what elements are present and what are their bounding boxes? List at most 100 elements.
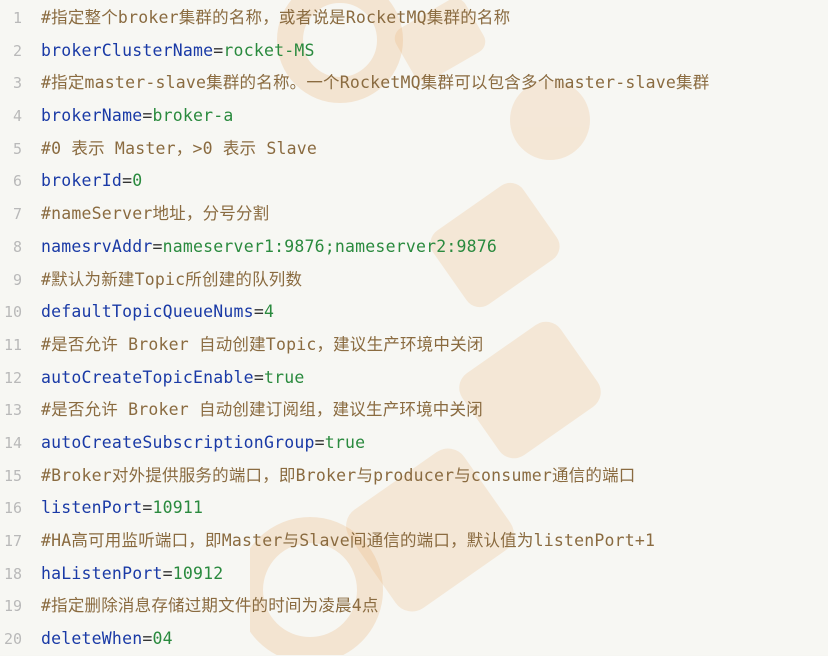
comment-text: #0 表示 Master，>0 表示 Slave <box>41 133 317 166</box>
code-editor[interactable]: 1 #指定整个broker集群的名称，或者说是RocketMQ集群的名称 2 brok… <box>0 0 828 655</box>
config-key: haListenPort <box>41 563 163 583</box>
code-line[interactable]: 17 #HA高可用监听端口，即Master与Slave间通信的端口，默认值为lis… <box>0 525 828 558</box>
comment: #0 表示 Master，>0 表示 Slave <box>41 138 318 158</box>
config-entry: namesrvAddr=nameserver1:9876;nameserver2… <box>41 231 497 264</box>
config-entry: autoCreateSubscriptionGroup=true <box>41 427 365 460</box>
config-entry: autoCreateTopicEnable=true <box>41 362 305 395</box>
line-number: 19 <box>3 597 22 616</box>
config-value: 10911 <box>152 498 204 518</box>
comment-text: #是否允许 Broker 自动创建Topic，建议生产环境中关闭 <box>41 329 483 362</box>
line-number: 12 <box>3 368 22 387</box>
comment-text: #HA高可用监听端口，即Master与Slave间通信的端口，默认值为liste… <box>41 525 655 558</box>
config-key: listenPort <box>41 498 143 518</box>
code-line[interactable]: 3 #指定master-slave集群的名称。一个RocketMQ集群可以包含多个… <box>0 67 828 100</box>
code-line[interactable]: 8 namesrvAddr=nameserver1:9876;nameserver… <box>0 231 828 264</box>
config-value: broker-a <box>152 106 234 126</box>
comment: #HA高可用监听端口，即Master与Slave间通信的端口，默认值为liste… <box>41 531 656 550</box>
line-number: 6 <box>12 172 22 191</box>
equals-sign: = <box>162 563 173 583</box>
config-key: brokerId <box>41 171 123 191</box>
line-number: 17 <box>3 532 22 550</box>
equals-sign: = <box>142 106 153 126</box>
equals-sign: = <box>122 171 133 191</box>
comment-text: #默认为新建Topic所创建的队列数 <box>41 264 302 297</box>
comment-text: #nameServer地址，分号分割 <box>41 198 269 231</box>
config-entry: haListenPort=10912 <box>41 558 223 591</box>
code-lines: 1 #指定整个broker集群的名称，或者说是RocketMQ集群的名称 2 brok… <box>0 2 828 656</box>
comment: #默认为新建Topic所创建的队列数 <box>41 269 303 289</box>
line-number: 2 <box>12 41 22 60</box>
comment-text: #指定整个broker集群的名称，或者说是RocketMQ集群的名称 <box>41 2 510 35</box>
config-entry: deleteWhen=04 <box>41 623 173 656</box>
line-number: 11 <box>3 335 22 354</box>
config-key: deleteWhen <box>41 629 143 649</box>
config-value: 04 <box>152 629 173 649</box>
code-line[interactable]: 9 #默认为新建Topic所创建的队列数 <box>0 264 828 297</box>
config-entry: brokerId=0 <box>41 165 142 198</box>
code-line[interactable]: 15 #Broker对外提供服务的端口，即Broker与producer与cons… <box>0 460 828 493</box>
comment: #是否允许 Broker 自动创建Topic，建议生产环境中关闭 <box>41 334 484 354</box>
code-line[interactable]: 20 deleteWhen=04 <box>0 623 828 656</box>
equals-sign: = <box>253 302 264 322</box>
line-number: 18 <box>3 564 22 583</box>
comment: #指定删除消息存储过期文件的时间为凌晨4点 <box>41 596 379 616</box>
equals-sign: = <box>152 236 163 256</box>
equals-sign: = <box>314 432 325 452</box>
line-number: 14 <box>3 433 22 452</box>
line-number: 13 <box>3 401 22 420</box>
comment: #Broker对外提供服务的端口，即Broker与producer与consum… <box>41 465 636 485</box>
code-line[interactable]: 18 haListenPort=10912 <box>0 558 828 591</box>
config-value: 0 <box>132 171 143 191</box>
line-number: 7 <box>12 205 22 224</box>
config-value: rocket-MS <box>223 40 315 60</box>
line-number: 5 <box>12 139 22 158</box>
line-number: 16 <box>3 499 22 518</box>
comment-text: #指定master-slave集群的名称。一个RocketMQ集群可以包含多个m… <box>41 67 709 100</box>
line-number: 15 <box>3 466 22 485</box>
code-line[interactable]: 16 listenPort=10911 <box>0 492 828 525</box>
code-line[interactable]: 2 brokerClusterName=rocket-MS <box>0 35 828 68</box>
line-number: 20 <box>3 630 22 649</box>
config-entry: defaultTopicQueueNums=4 <box>41 296 274 329</box>
code-line[interactable]: 4 brokerName=broker-a <box>0 100 828 133</box>
code-line[interactable]: 12 autoCreateTopicEnable=true <box>0 362 828 395</box>
line-number: 9 <box>12 270 22 289</box>
equals-sign: = <box>213 40 224 60</box>
config-value: nameserver1:9876;nameserver2:9876 <box>162 236 498 256</box>
comment: #nameServer地址，分号分割 <box>41 204 270 224</box>
config-entry: brokerClusterName=rocket-MS <box>41 35 315 68</box>
code-line[interactable]: 19 #指定删除消息存储过期文件的时间为凌晨4点 <box>0 590 828 623</box>
line-number: 1 <box>12 9 22 27</box>
config-key: brokerName <box>41 106 143 126</box>
config-value: true <box>324 432 366 452</box>
line-number: 10 <box>3 303 22 322</box>
code-line[interactable]: 1 #指定整个broker集群的名称，或者说是RocketMQ集群的名称 <box>0 2 828 35</box>
comment: #指定master-slave集群的名称。一个RocketMQ集群可以包含多个m… <box>41 73 710 93</box>
code-line[interactable]: 14 autoCreateSubscriptionGroup=true <box>0 427 828 460</box>
code-line[interactable]: 11 #是否允许 Broker 自动创建Topic，建议生产环境中关闭 <box>0 329 828 362</box>
comment: #是否允许 Broker 自动创建订阅组，建议生产环境中关闭 <box>41 400 483 420</box>
code-line[interactable]: 13 #是否允许 Broker 自动创建订阅组，建议生产环境中关闭 <box>0 394 828 427</box>
config-key: namesrvAddr <box>41 236 153 256</box>
equals-sign: = <box>142 498 153 518</box>
comment-text: #Broker对外提供服务的端口，即Broker与producer与consum… <box>41 460 635 493</box>
config-value: 4 <box>263 302 275 322</box>
equals-sign: = <box>253 367 264 387</box>
config-entry: listenPort=10911 <box>41 492 203 525</box>
config-key: autoCreateTopicEnable <box>41 367 254 387</box>
comment: #指定整个broker集群的名称，或者说是RocketMQ集群的名称 <box>41 8 511 27</box>
code-line[interactable]: 10 defaultTopicQueueNums=4 <box>0 296 828 329</box>
code-line[interactable]: 5 #0 表示 Master，>0 表示 Slave <box>0 133 828 166</box>
code-line[interactable]: 7 #nameServer地址，分号分割 <box>0 198 828 231</box>
config-key: defaultTopicQueueNums <box>41 302 254 322</box>
config-value: true <box>263 367 305 387</box>
config-entry: brokerName=broker-a <box>41 100 234 133</box>
line-number: 4 <box>12 107 22 126</box>
comment-text: #是否允许 Broker 自动创建订阅组，建议生产环境中关闭 <box>41 394 483 427</box>
config-key: autoCreateSubscriptionGroup <box>41 432 315 452</box>
comment-text: #指定删除消息存储过期文件的时间为凌晨4点 <box>41 590 379 623</box>
config-key: brokerClusterName <box>41 40 214 60</box>
line-number: 3 <box>12 74 22 93</box>
line-number: 8 <box>12 237 22 256</box>
code-line[interactable]: 6 brokerId=0 <box>0 165 828 198</box>
